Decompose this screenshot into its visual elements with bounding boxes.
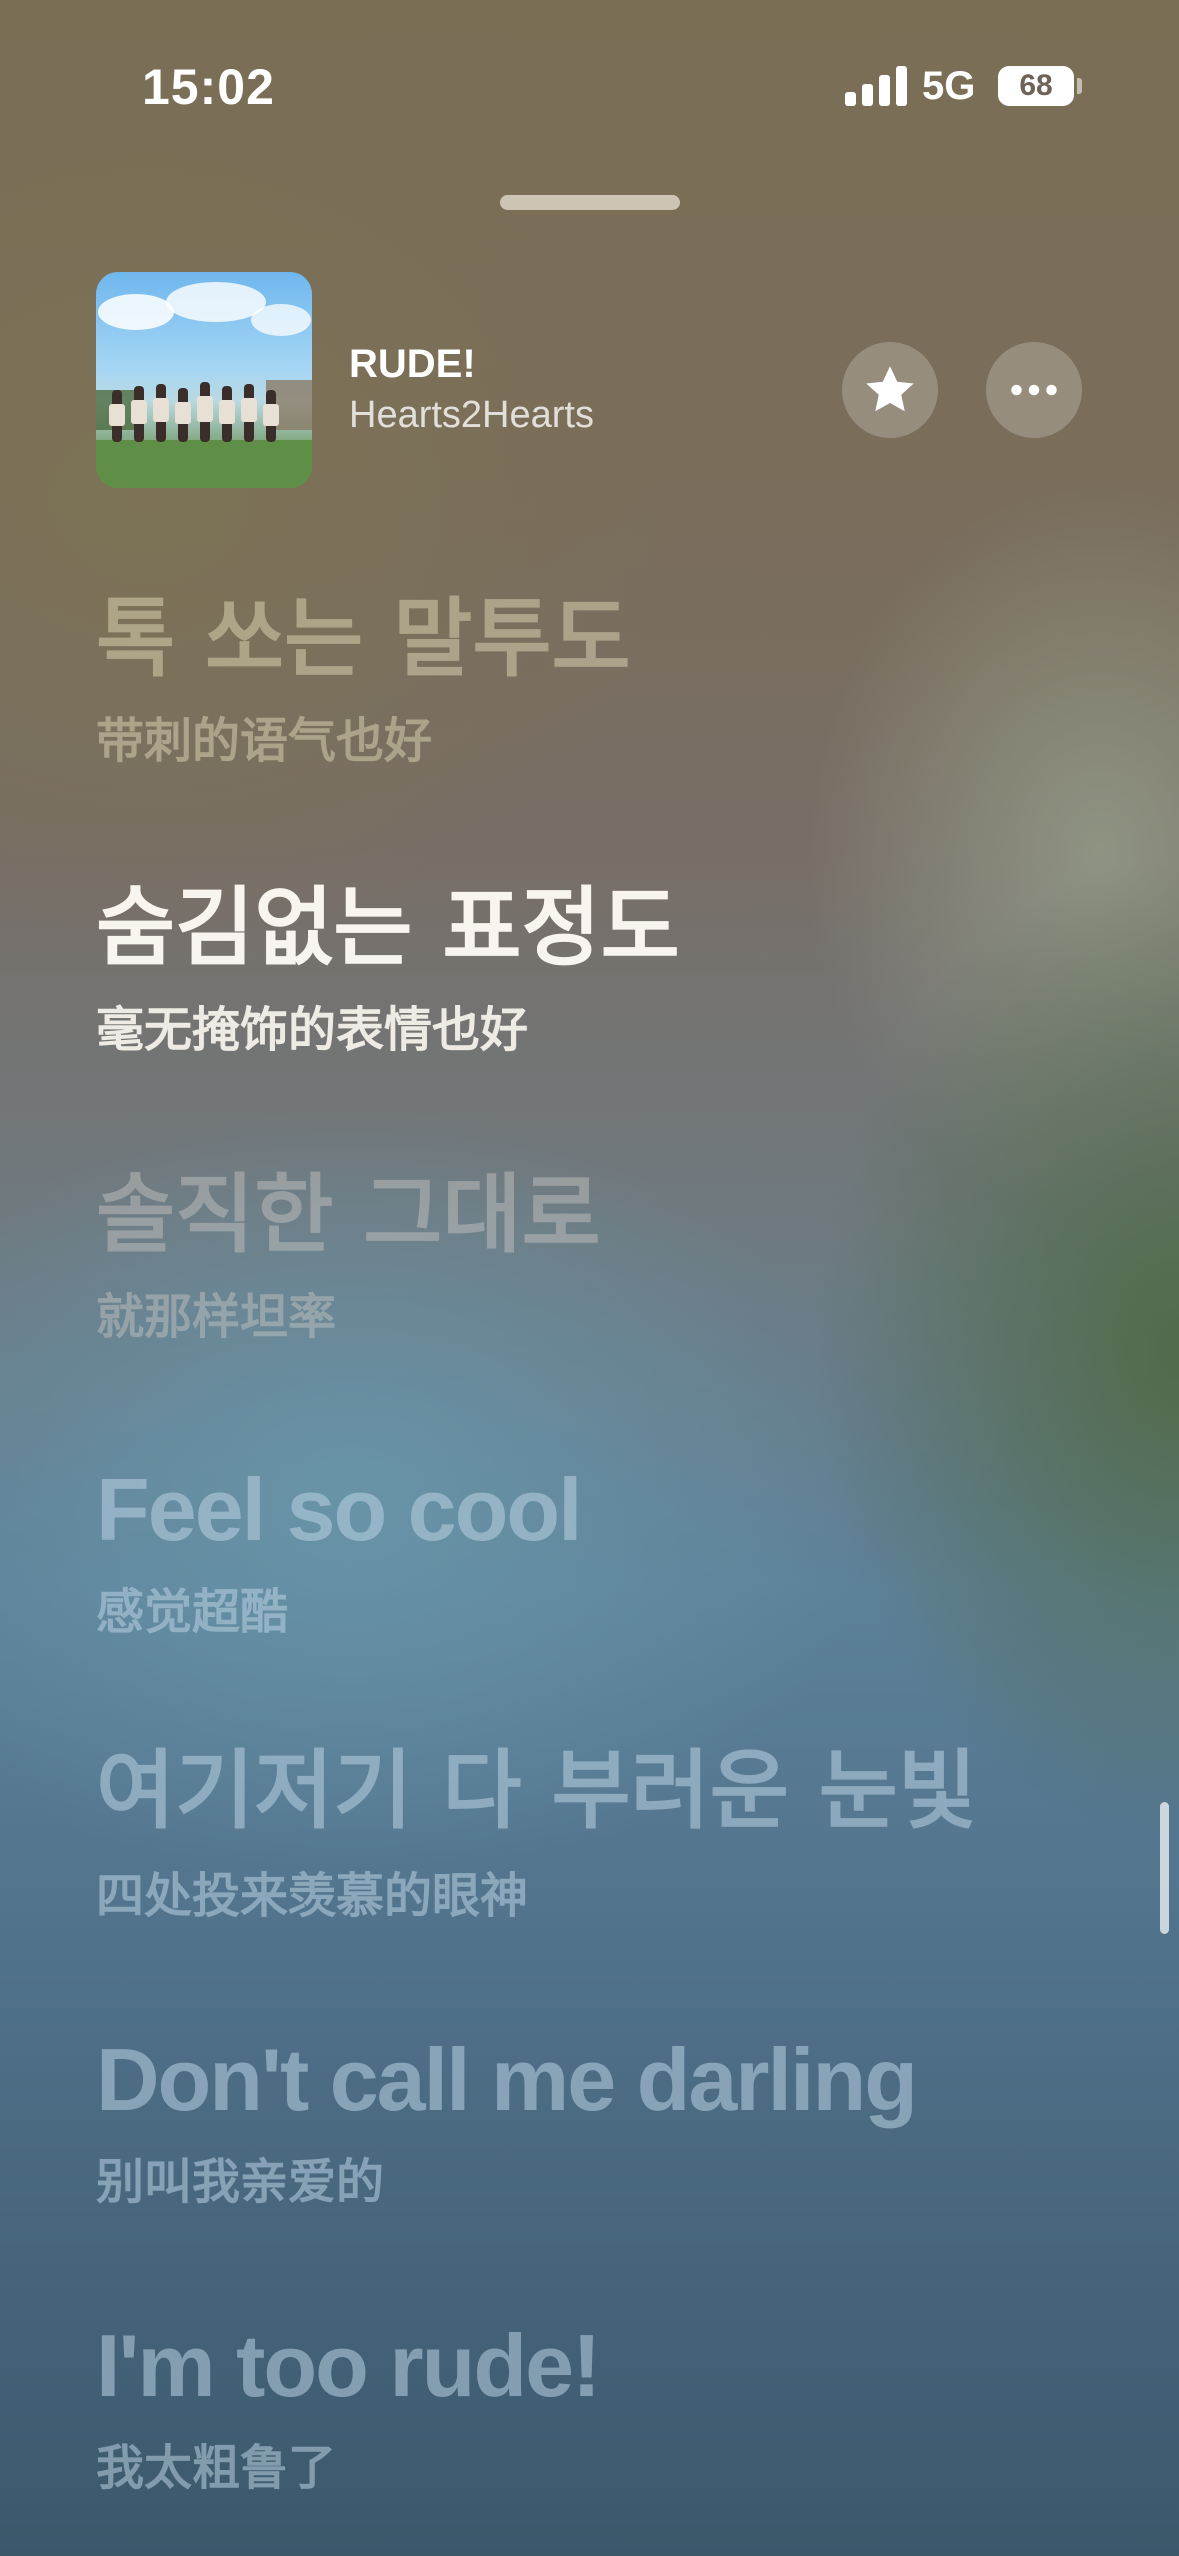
favorite-button[interactable]: [842, 342, 938, 438]
lyric-line[interactable]: I'm too rude! 我太粗鲁了: [96, 2316, 601, 2496]
lyric-translation: 感觉超酷: [96, 1584, 289, 1640]
lyric-line-current[interactable]: 숨김없는 표정도 毫无掩饰的表情也好: [96, 885, 680, 1054]
clock: 15:02: [142, 59, 275, 115]
lyric-translation: 四处投来羡慕的眼神: [96, 1868, 529, 1924]
sheet-grabber[interactable]: [500, 195, 680, 210]
lyric-line[interactable]: 톡 쏘는 말투도 带刺的语气也好: [96, 596, 631, 765]
lyric-translation: 毫无掩饰的表情也好: [96, 1002, 529, 1058]
lyric-translation: 就那样坦率: [96, 1289, 337, 1345]
lyric-line[interactable]: Feel so cool 感觉超酷: [96, 1460, 583, 1640]
lyric-translation: 别叫我亲爱的: [96, 2154, 385, 2210]
lyric-original: 솔직한 그대로: [96, 1165, 601, 1265]
star-icon: [866, 366, 914, 412]
cellular-signal-icon: [845, 64, 907, 106]
lyric-translation: 我太粗鲁了: [96, 2440, 337, 2496]
lyric-original: 여기저기 다 부러운 눈빛: [96, 1741, 978, 1841]
lyric-original: I'm too rude!: [96, 2316, 601, 2415]
album-artwork[interactable]: [96, 272, 312, 488]
lyric-line[interactable]: Don't call me darling 别叫我亲爱的: [96, 2030, 918, 2210]
status-bar: 15:02 5G 68: [0, 0, 1179, 150]
battery-icon: 68: [998, 66, 1074, 106]
album-artwork-illustration: [96, 282, 312, 488]
lyrics-screen: { "status_bar": { "time": "15:02", "netw…: [0, 0, 1179, 2556]
lyric-translation: 带刺的语气也好: [96, 713, 433, 769]
more-icon: [1011, 384, 1057, 396]
now-playing-header: RUDE! Hearts2Hearts: [0, 270, 1179, 495]
song-title[interactable]: RUDE!: [349, 342, 476, 387]
lyric-original: Don't call me darling: [96, 2030, 918, 2129]
lyric-original: Feel so cool: [96, 1460, 583, 1559]
scrollbar[interactable]: [1160, 1802, 1169, 1934]
battery-level: 68: [1019, 69, 1053, 102]
battery-tip: [1077, 78, 1082, 94]
network-type: 5G: [922, 64, 976, 108]
lyric-line[interactable]: 솔직한 그대로 就那样坦率: [96, 1172, 601, 1341]
lyric-original: 숨김없는 표정도: [96, 878, 680, 978]
lyric-original: 톡 쏘는 말투도: [96, 589, 631, 689]
artist-name[interactable]: Hearts2Hearts: [349, 394, 594, 437]
more-options-button[interactable]: [986, 342, 1082, 438]
lyric-line[interactable]: 여기저기 다 부러운 눈빛 四处投来羡慕的眼神: [96, 1748, 977, 1920]
